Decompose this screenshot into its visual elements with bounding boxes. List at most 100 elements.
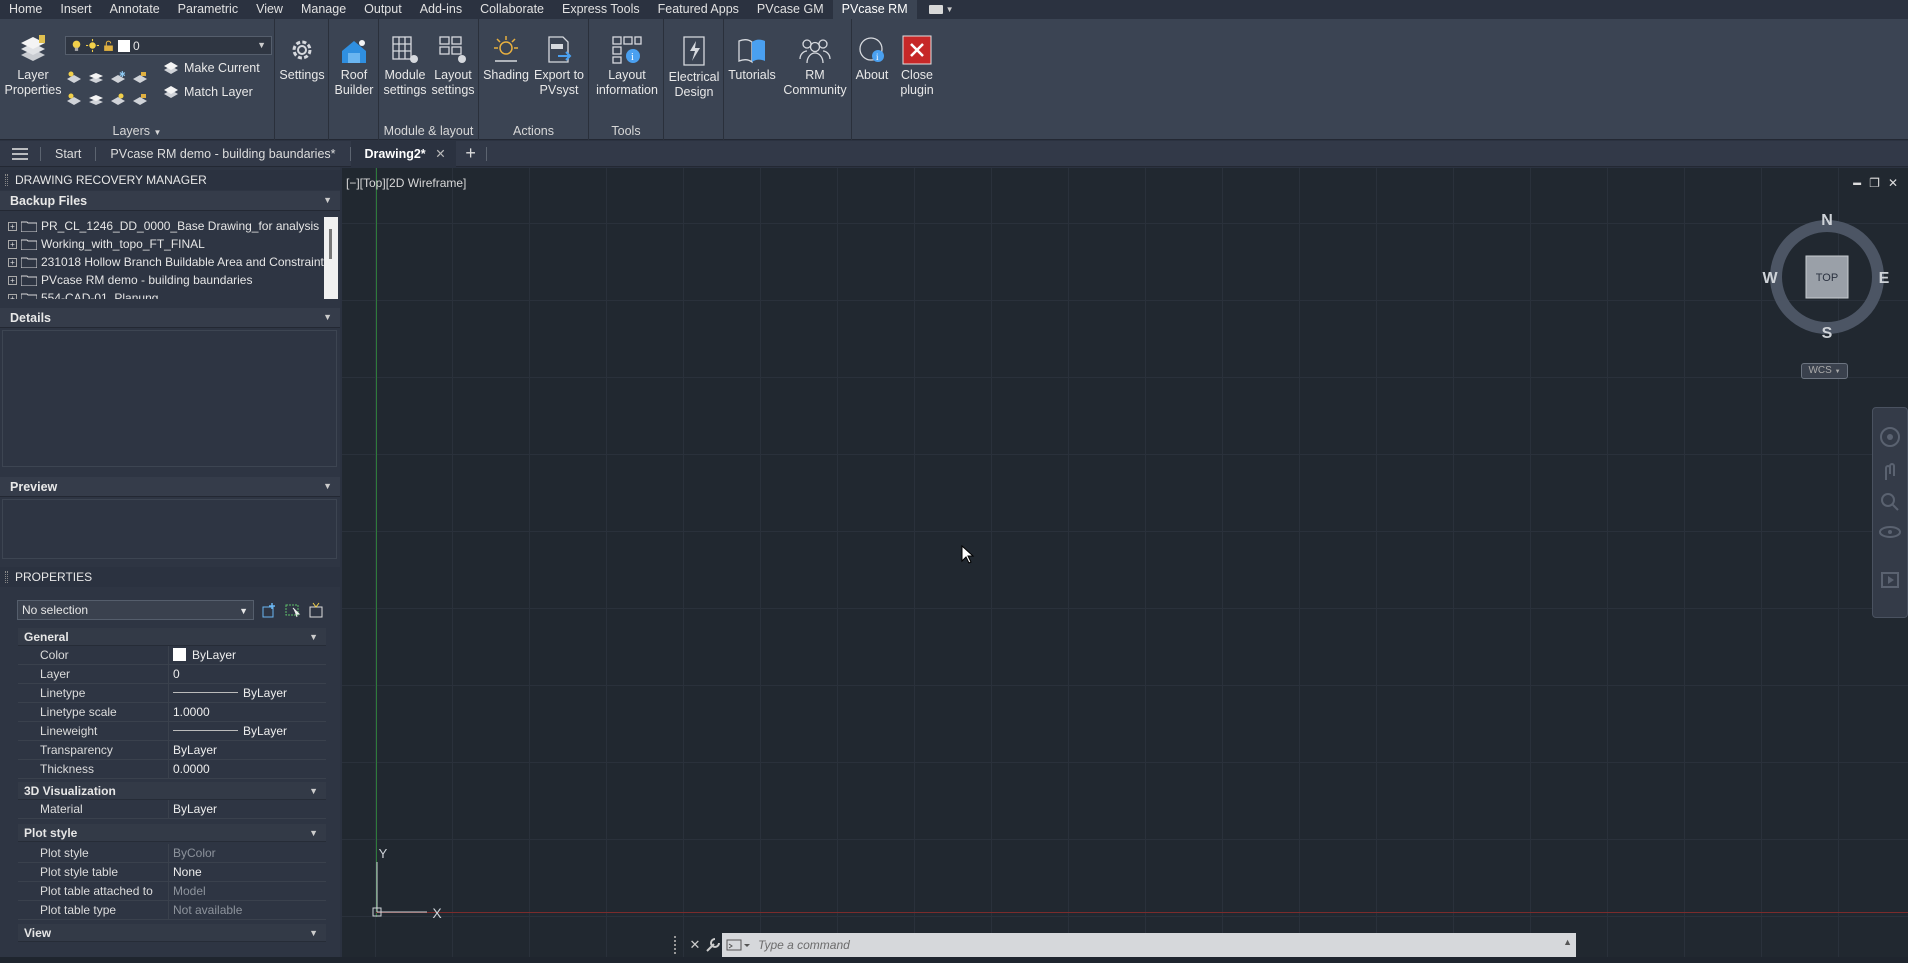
command-prompt-icon[interactable] [726,937,752,953]
pan-icon[interactable] [1873,460,1907,484]
property-value[interactable]: 0.0000 [168,760,326,779]
scrollbar-thumb[interactable] [329,229,332,259]
layer-on-icon[interactable] [66,92,82,106]
view-section[interactable]: View ▼ [18,924,326,942]
workspace-switch-button[interactable]: ▼ [928,5,954,14]
layer-isolate-icon[interactable] [88,70,104,84]
tab-home[interactable]: Home [0,0,51,19]
tab-start[interactable]: Start [41,141,95,167]
property-value[interactable]: None [168,863,326,882]
tab-annotate[interactable]: Annotate [101,0,169,19]
property-value[interactable]: ByLayer [168,800,326,819]
expand-icon[interactable]: + [8,275,17,285]
layers-group-label[interactable]: Layers ▼ [0,124,274,138]
tree-item[interactable]: +554-CAD-01_Planung [2,289,337,299]
tutorials-button[interactable]: Tutorials [726,35,778,83]
selection-dropdown[interactable]: No selection ▼ [17,600,254,620]
expand-icon[interactable]: + [8,221,17,231]
recovery-titlebar[interactable]: DRAWING RECOVERY MANAGER [0,170,340,190]
drawing-canvas[interactable] [342,168,1908,963]
tree-item[interactable]: + PVcase RM demo - building baundaries [2,271,337,289]
general-section[interactable]: General ▼ [18,628,326,646]
hamburger-menu-icon[interactable] [0,141,40,167]
tab-manage[interactable]: Manage [292,0,355,19]
tab-pvcase-gm[interactable]: PVcase GM [748,0,833,19]
close-icon[interactable]: ✕ [435,141,445,167]
property-value[interactable]: ByLayer [168,722,326,741]
module-settings-button[interactable]: Module settings [381,35,429,97]
settings-button[interactable]: Settings [279,35,325,83]
layer-freeze-icon[interactable]: ✱ [110,70,126,84]
compass-north[interactable]: N [1821,214,1833,229]
quick-select-icon[interactable] [308,602,324,618]
zoom-icon[interactable] [1873,490,1907,514]
property-row-lineweight[interactable]: Lineweight ByLayer [18,722,326,741]
property-row-layer[interactable]: Layer 0 [18,665,326,684]
backup-files-header[interactable]: Backup Files ▼ [0,191,340,211]
tab-add-ins[interactable]: Add-ins [411,0,471,19]
properties-titlebar[interactable]: PROPERTIES [0,567,340,587]
select-objects-icon[interactable] [285,602,301,618]
new-tab-button[interactable]: + [456,143,486,164]
details-header[interactable]: Details ▼ [0,308,340,328]
grip-handle-icon[interactable] [5,174,8,186]
layout-information-button[interactable]: i Layout information [593,35,661,97]
orbit-icon[interactable] [1873,520,1907,544]
expand-icon[interactable]: + [8,239,17,249]
property-value[interactable]: ByLayer [168,741,326,760]
property-value[interactable]: 0 [168,665,326,684]
roof-builder-button[interactable]: Roof Builder [331,35,377,97]
compass-west[interactable]: W [1762,270,1778,287]
wrench-icon[interactable] [704,936,722,954]
layer-lock-icon[interactable] [132,70,148,84]
layer-unisolate-icon[interactable] [88,92,104,106]
tree-item[interactable]: +231018 Hollow Branch Buildable Area and… [2,253,337,271]
property-row-plot-table-attached[interactable]: Plot table attached to Model [18,882,326,901]
tab-pvcase-rm-demo[interactable]: PVcase RM demo - building baundaries* [96,141,349,167]
property-value[interactable]: 1.0000 [168,703,326,722]
export-pvsyst-button[interactable]: Export to PVsyst [531,35,587,97]
property-row-color[interactable]: Color ByLayer [18,646,326,665]
viewcube[interactable]: TOP N S E W [1762,214,1892,344]
match-layer-button[interactable]: Match Layer [163,85,253,99]
close-icon[interactable]: ✕ [1888,176,1898,190]
layer-properties-button[interactable]: Layer Properties [4,33,62,97]
layer-unlock-icon[interactable] [132,92,148,106]
close-icon[interactable]: ✕ [686,936,704,954]
compass-east[interactable]: E [1879,270,1890,287]
property-row-plot-style-table[interactable]: Plot style table None [18,863,326,882]
rm-community-button[interactable]: RM Community [780,35,850,97]
property-value[interactable]: ByLayer [168,646,326,665]
electrical-design-button[interactable]: Electrical Design [666,35,722,99]
shading-button[interactable]: Shading [481,35,531,83]
layer-thaw-icon[interactable] [110,92,126,106]
chevron-up-icon[interactable]: ▲ [1563,937,1572,947]
property-row-linetype-scale[interactable]: Linetype scale 1.0000 [18,703,326,722]
grip-handle-icon[interactable] [674,936,682,954]
command-input[interactable]: Type a command ▲ [722,933,1576,957]
showmotion-icon[interactable] [1873,568,1907,592]
steering-wheel-icon[interactable] [1873,422,1907,452]
tree-item[interactable]: + PR_CL_1246_DD_0000_Base Drawing_for ana… [2,217,337,235]
tab-featured-apps[interactable]: Featured Apps [649,0,748,19]
property-row-transparency[interactable]: Transparency ByLayer [18,741,326,760]
toggle-pickadd-icon[interactable] [262,602,278,618]
layer-off-icon[interactable] [66,70,82,84]
plot-style-section[interactable]: Plot style ▼ [18,824,326,842]
tab-parametric[interactable]: Parametric [169,0,247,19]
layout-settings-button[interactable]: Layout settings [429,35,477,97]
3d-visualization-section[interactable]: 3D Visualization ▼ [18,782,326,800]
wcs-menu-button[interactable]: WCS ▼ [1801,363,1848,379]
make-current-button[interactable]: Make Current [163,61,260,75]
tab-output[interactable]: Output [355,0,411,19]
property-row-plot-table-type[interactable]: Plot table type Not available [18,901,326,920]
tab-insert[interactable]: Insert [51,0,100,19]
tab-express-tools[interactable]: Express Tools [553,0,649,19]
viewport-controls-label[interactable]: [−][Top][2D Wireframe] [346,176,466,190]
property-row-material[interactable]: Material ByLayer [18,800,326,819]
property-row-thickness[interactable]: Thickness 0.0000 [18,760,326,779]
minimize-icon[interactable]: ▬ [1853,176,1861,190]
expand-icon[interactable]: + [8,257,17,267]
property-row-plot-style[interactable]: Plot style ByColor [18,844,326,863]
tab-view[interactable]: View [247,0,292,19]
